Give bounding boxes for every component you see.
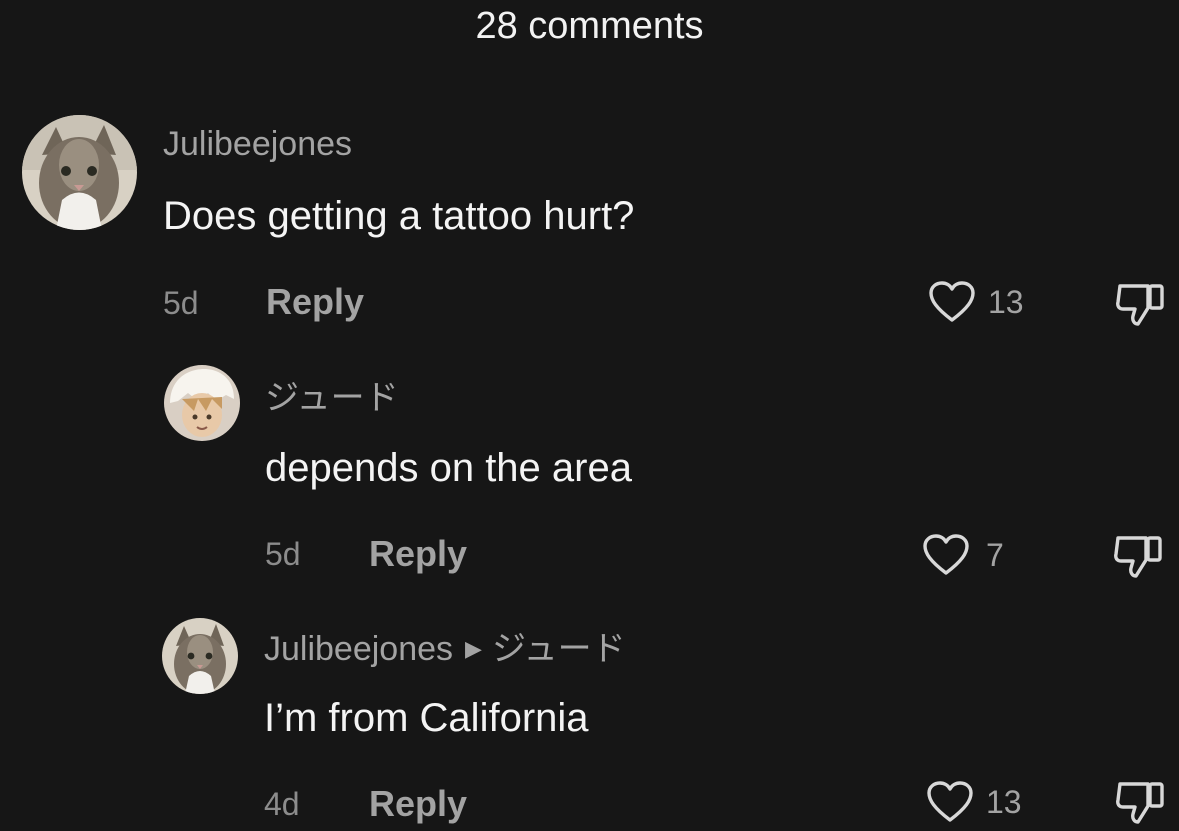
like-count: 13	[986, 784, 1022, 820]
right-triangle-icon: ▶	[465, 636, 482, 661]
comment-username[interactable]: ジュード	[265, 378, 399, 418]
heart-icon	[927, 781, 973, 822]
cat-avatar[interactable]	[22, 115, 137, 230]
comment-age: 5d	[163, 285, 199, 321]
dislike-button[interactable]	[1112, 532, 1166, 580]
like-count: 7	[986, 537, 1004, 573]
thumbs-down-icon	[1116, 284, 1164, 326]
like-button[interactable]: 7	[922, 533, 1022, 577]
like-button[interactable]: 13	[928, 280, 1048, 324]
comment-username-line: Julibeejones ▶ ジュード	[264, 629, 626, 669]
comment-age: 4d	[264, 786, 300, 822]
cat-avatar[interactable]	[162, 618, 238, 694]
comment-username[interactable]: Julibeejones	[264, 630, 453, 668]
comment-text: I’m from California	[264, 696, 589, 740]
like-count: 13	[988, 284, 1024, 320]
comment-text: depends on the area	[265, 446, 632, 490]
comment-age: 5d	[265, 536, 301, 572]
dislike-button[interactable]	[1114, 280, 1168, 328]
heart-icon	[923, 534, 969, 575]
comment-text: Does getting a tattoo hurt?	[163, 194, 635, 238]
replied-to-username[interactable]: ジュード	[492, 630, 626, 668]
comments-count-header: 28 comments	[475, 5, 704, 47]
reply-button[interactable]: Reply	[369, 784, 467, 824]
anime-character-avatar[interactable]	[164, 365, 240, 441]
like-button[interactable]: 13	[926, 780, 1036, 822]
reply-button[interactable]: Reply	[266, 282, 364, 322]
heart-icon	[929, 281, 975, 322]
dislike-button[interactable]	[1114, 778, 1168, 824]
thumbs-down-icon	[1114, 536, 1162, 578]
comment-username[interactable]: Julibeejones	[163, 124, 352, 164]
reply-button[interactable]: Reply	[369, 534, 467, 574]
